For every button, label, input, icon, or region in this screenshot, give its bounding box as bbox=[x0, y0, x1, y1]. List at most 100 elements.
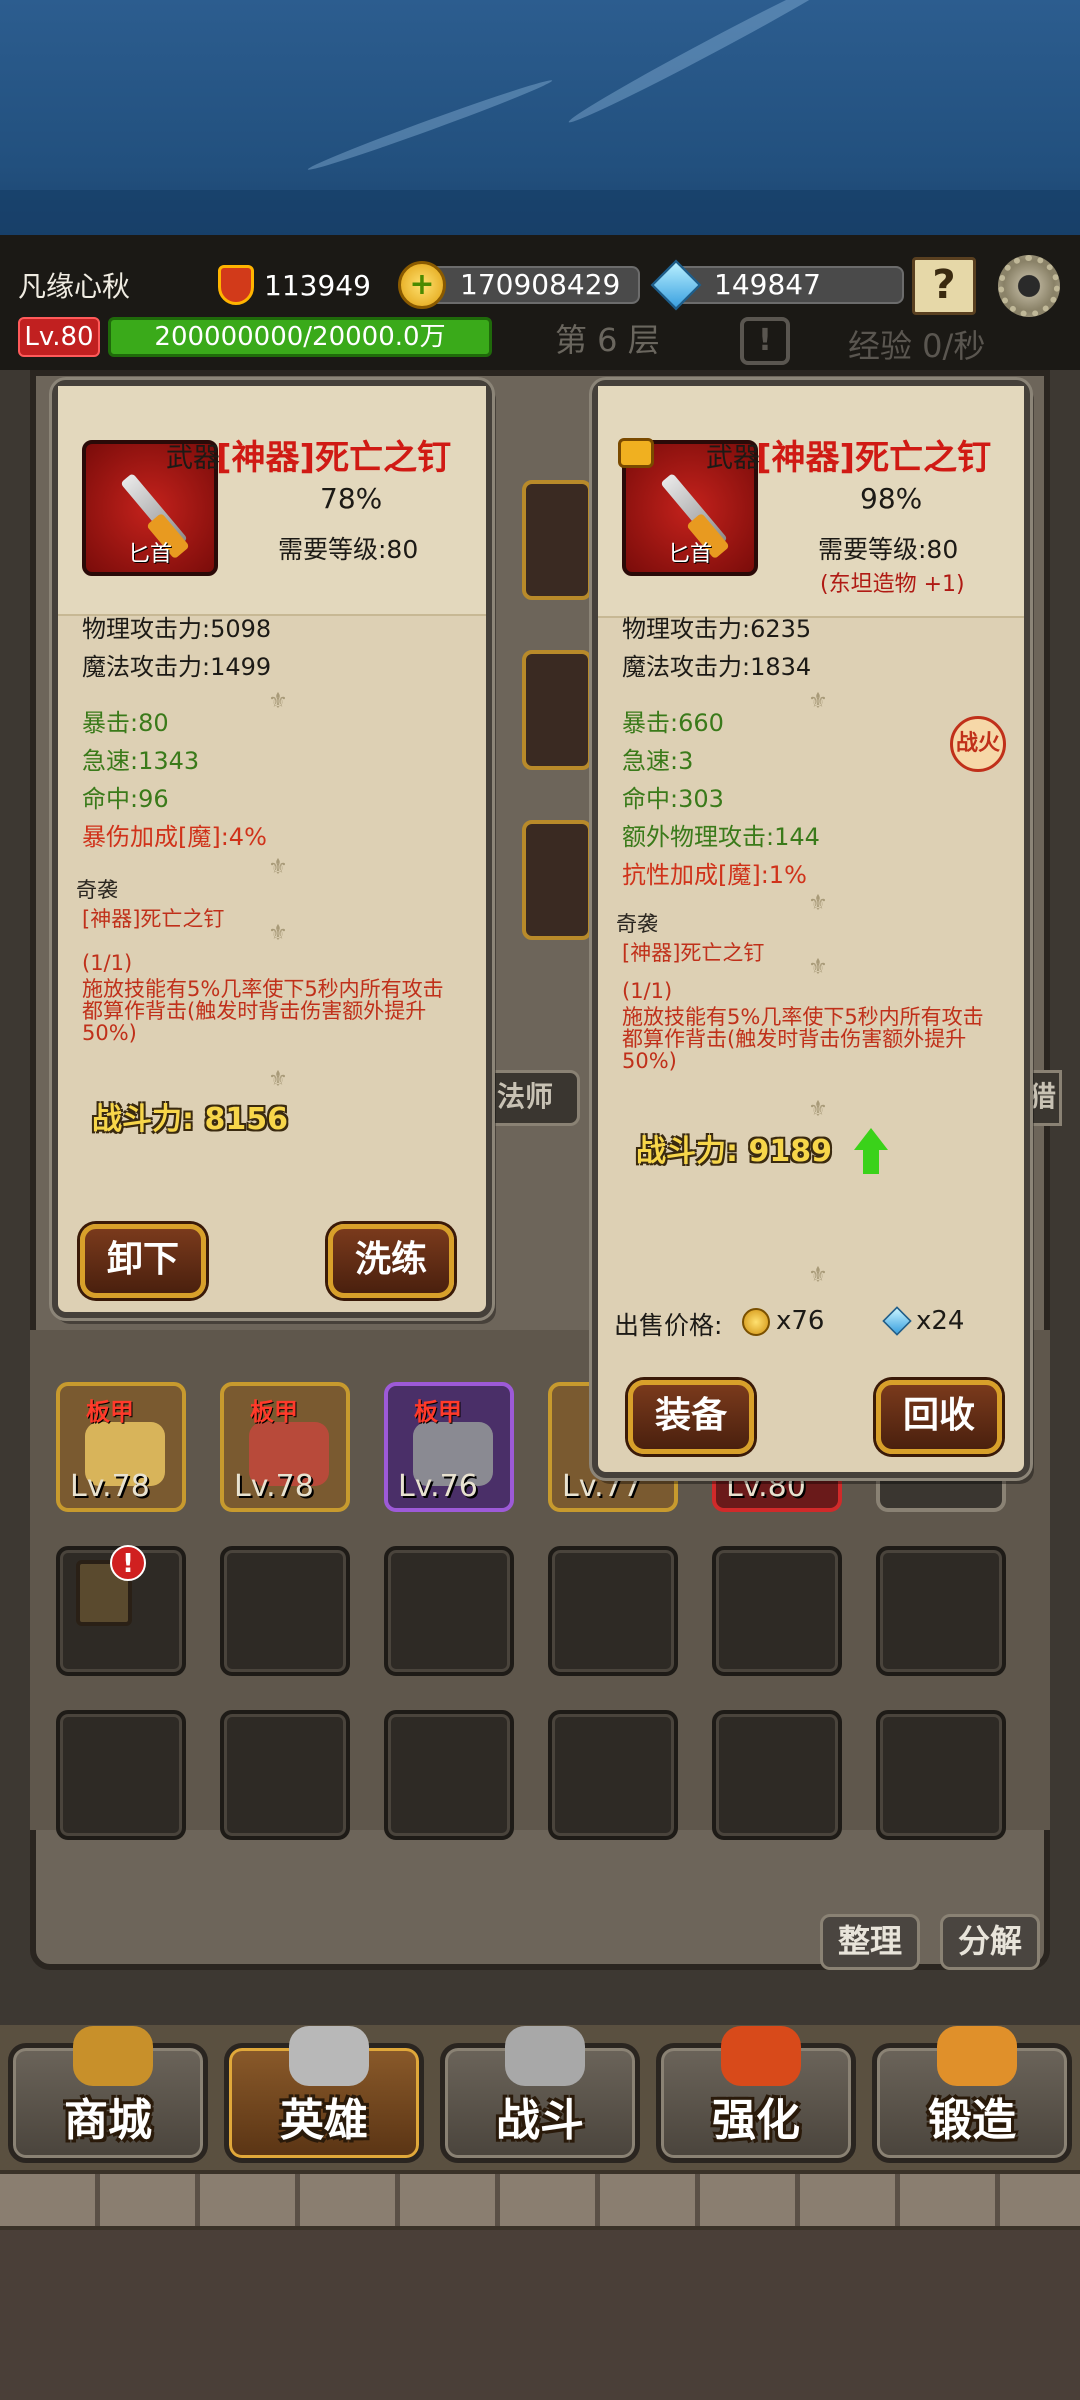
bottom-navigation: 商城 英雄 战斗 强化 锻造 bbox=[0, 2025, 1080, 2170]
combat-power-display: 113949 bbox=[218, 265, 371, 305]
equip-slot-helmet[interactable] bbox=[522, 480, 592, 600]
inventory-item[interactable]: 板甲 Lv.78 bbox=[220, 1382, 350, 1512]
equip-button[interactable]: 装备 bbox=[628, 1380, 754, 1454]
recycle-button[interactable]: 回收 bbox=[876, 1380, 1002, 1454]
inventory-item[interactable]: 板甲 Lv.76 bbox=[384, 1382, 514, 1512]
player-name: 凡缘心秋 bbox=[18, 270, 131, 303]
player-level-badge: Lv.80 bbox=[18, 317, 100, 357]
inventory-item[interactable]: 板甲 Lv.78 bbox=[56, 1382, 186, 1512]
stat-extra-physical-attack: 额外物理攻击:144 bbox=[622, 823, 820, 851]
help-book-icon[interactable]: ? bbox=[912, 257, 976, 315]
empty-inventory-slot[interactable] bbox=[548, 1710, 678, 1840]
nav-enhance[interactable]: 强化 bbox=[656, 2026, 856, 2163]
set-title: 奇袭 bbox=[616, 912, 658, 936]
empty-inventory-slot[interactable] bbox=[712, 1546, 842, 1676]
empty-inventory-slot[interactable] bbox=[712, 1710, 842, 1840]
top-status-bar: 凡缘心秋 113949 + 170908429 149847 ? Lv.80 2… bbox=[0, 235, 1080, 370]
stat-crit-damage: 暴伤加成[魔]:4% bbox=[82, 823, 267, 851]
stat-haste: 急速:1343 bbox=[82, 747, 200, 775]
empty-inventory-slot[interactable] bbox=[220, 1710, 350, 1840]
item-quality: 78% bbox=[320, 482, 383, 515]
divider-ornament: ⚜ bbox=[808, 689, 828, 714]
divider-ornament: ⚜ bbox=[268, 921, 288, 946]
stat-magic-attack: 魔法攻击力:1499 bbox=[82, 653, 272, 681]
stat-haste: 急速:3 bbox=[622, 747, 694, 775]
item-combat-power: 战斗力: 8156 bbox=[92, 1102, 288, 1137]
viking-helmet-icon bbox=[289, 2026, 369, 2086]
exp-rate: 经验 0/秒 bbox=[848, 327, 986, 365]
equip-slot-legs[interactable] bbox=[522, 820, 592, 940]
stat-hit: 命中:303 bbox=[622, 785, 724, 813]
treasure-chest-icon bbox=[73, 2026, 153, 2086]
set-effect-text: 施放技能有5%几率使下5秒内所有攻击都算作背击(触发时背击伤害额外提升50%) bbox=[622, 1005, 984, 1073]
gold-coin-icon bbox=[742, 1308, 770, 1336]
item-slot-type: 武器 bbox=[706, 443, 760, 474]
combat-power-value: 113949 bbox=[264, 268, 371, 302]
gold-display[interactable]: + 170908429 bbox=[398, 261, 640, 309]
item-quality: 98% bbox=[860, 482, 923, 515]
game-screen: 凡缘心秋 113949 + 170908429 149847 ? Lv.80 2… bbox=[0, 0, 1080, 2400]
stat-crit: 暴击:660 bbox=[622, 709, 724, 737]
sell-gold-amount: x76 bbox=[776, 1306, 825, 1336]
gem-value: 149847 bbox=[672, 266, 904, 304]
equipped-item-card: 匕首 武器 [神器]死亡之钉 78% 需要等级:80 物理攻击力:5098 魔法… bbox=[52, 380, 492, 1318]
gem-display[interactable]: 149847 bbox=[650, 259, 904, 311]
gem-icon bbox=[882, 1306, 912, 1336]
unequip-button[interactable]: 卸下 bbox=[80, 1224, 206, 1298]
sell-gem-amount: x24 bbox=[916, 1306, 965, 1336]
floor-indicator: 第 6 层 bbox=[555, 321, 660, 359]
empty-inventory-slot[interactable] bbox=[384, 1710, 514, 1840]
new-item-card: 匕首 武器 [神器]死亡之钉 98% 需要等级:80 (东坦造物 +1) 物理攻… bbox=[592, 380, 1030, 1478]
item-name: [神器]死亡之钉 bbox=[216, 438, 452, 478]
stat-hit: 命中:96 bbox=[82, 785, 169, 813]
empty-inventory-slot[interactable] bbox=[876, 1710, 1006, 1840]
gear-icon[interactable] bbox=[998, 255, 1060, 317]
crossed-swords-icon bbox=[505, 2026, 585, 2086]
stat-physical-attack: 物理攻击力:6235 bbox=[622, 615, 812, 643]
equip-slot-armor[interactable] bbox=[522, 650, 592, 770]
set-effect-text: 施放技能有5%几率使下5秒内所有攻击都算作背击(触发时背击伤害额外提升50%) bbox=[82, 977, 444, 1045]
war-fire-seal-icon: 战火 bbox=[950, 716, 1006, 772]
gold-plus-icon[interactable]: + bbox=[398, 261, 446, 309]
divider-ornament: ⚜ bbox=[268, 689, 288, 714]
floor-bricks bbox=[0, 2170, 1080, 2230]
divider-ornament: ⚜ bbox=[808, 891, 828, 916]
nav-hero[interactable]: 英雄 bbox=[224, 2026, 424, 2163]
set-title: 奇袭 bbox=[76, 878, 118, 902]
crafted-note: (东坦造物 +1) bbox=[820, 572, 965, 597]
upgrade-arrow-icon bbox=[854, 1128, 888, 1176]
notification-badge: ! bbox=[110, 1545, 146, 1581]
empty-inventory-slot[interactable] bbox=[548, 1546, 678, 1676]
lock-icon[interactable] bbox=[618, 438, 654, 468]
forge-altar-icon bbox=[937, 2026, 1017, 2086]
divider-ornament: ⚜ bbox=[268, 855, 288, 880]
nav-shop[interactable]: 商城 bbox=[8, 2026, 208, 2163]
item-slot-type: 武器 bbox=[166, 443, 220, 474]
item-combat-power: 战斗力: 9189 bbox=[636, 1134, 832, 1169]
set-item-name: [神器]死亡之钉 bbox=[82, 907, 225, 931]
nav-forge[interactable]: 锻造 bbox=[872, 2026, 1072, 2163]
divider-ornament: ⚜ bbox=[808, 955, 828, 980]
stat-magic-resist: 抗性加成[魔]:1% bbox=[622, 861, 807, 889]
set-count: (1/1) bbox=[622, 979, 673, 1003]
stat-magic-attack: 魔法攻击力:1834 bbox=[622, 653, 812, 681]
stat-crit: 暴击:80 bbox=[82, 709, 169, 737]
hammer-anvil-icon bbox=[721, 2026, 801, 2086]
exp-bar: 200000000/20000.0万 bbox=[108, 317, 492, 357]
gold-value: 170908429 bbox=[418, 266, 640, 304]
empty-inventory-slot[interactable] bbox=[56, 1710, 186, 1840]
reforge-button[interactable]: 洗练 bbox=[328, 1224, 454, 1298]
sky-background bbox=[0, 0, 1080, 235]
item-name: [神器]死亡之钉 bbox=[756, 438, 992, 478]
sort-button[interactable]: 整理 bbox=[820, 1914, 920, 1970]
set-count: (1/1) bbox=[82, 951, 133, 975]
sell-price-label: 出售价格: bbox=[614, 1311, 723, 1340]
empty-inventory-slot[interactable] bbox=[220, 1546, 350, 1676]
empty-inventory-slot[interactable] bbox=[876, 1546, 1006, 1676]
empty-inventory-slot[interactable] bbox=[384, 1546, 514, 1676]
decompose-button[interactable]: 分解 bbox=[940, 1914, 1040, 1970]
divider-ornament: ⚜ bbox=[808, 1097, 828, 1122]
nav-battle[interactable]: 战斗 bbox=[440, 2026, 640, 2163]
stat-physical-attack: 物理攻击力:5098 bbox=[82, 615, 272, 643]
alert-icon[interactable]: ! bbox=[740, 317, 790, 365]
